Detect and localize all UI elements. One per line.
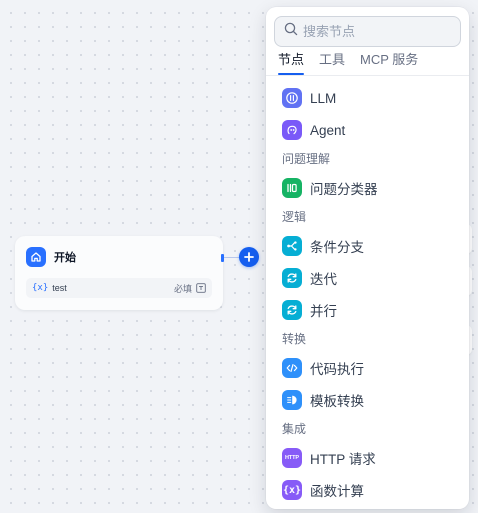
tab-mcp-services[interactable]: MCP 服务 <box>360 51 418 75</box>
add-node-button[interactable] <box>239 247 259 267</box>
template-icon <box>282 390 302 410</box>
text-input-icon <box>196 283 206 293</box>
node-item-if-else[interactable]: 条件分支 <box>266 230 469 262</box>
tab-tools[interactable]: 工具 <box>319 51 345 75</box>
home-icon <box>26 247 46 267</box>
search-input[interactable] <box>303 24 453 39</box>
search-icon <box>284 22 298 41</box>
group-title-understanding: 问题理解 <box>282 152 331 166</box>
group-title-integration: 集成 <box>282 422 307 436</box>
function-icon: {x} <box>282 480 302 500</box>
node-item-label: 代码执行 <box>310 362 364 377</box>
node-item-template-transform[interactable]: 模板转换 <box>266 384 469 416</box>
search-box[interactable] <box>274 16 461 47</box>
node-item-function[interactable]: {x} 函数计算 <box>266 474 469 506</box>
start-node-title: 开始 <box>54 252 76 264</box>
node-item-parallel[interactable]: 并行 <box>266 294 469 326</box>
code-icon <box>282 358 302 378</box>
node-item-agent[interactable]: Agent <box>266 114 469 146</box>
node-item-label: 并行 <box>310 304 337 319</box>
plus-icon <box>244 252 254 262</box>
node-item-iteration[interactable]: 迭代 <box>266 262 469 294</box>
tabs-divider <box>266 75 469 76</box>
tab-bar: 节点 工具 MCP 服务 <box>278 51 433 75</box>
start-node[interactable]: 开始 {x} test 必填 <box>15 236 223 310</box>
llm-icon <box>282 88 302 108</box>
agent-icon <box>282 120 302 140</box>
variable-icon: {x} <box>32 283 49 293</box>
group-title-logic: 逻辑 <box>282 210 307 224</box>
start-variable-row[interactable]: {x} test 必填 <box>26 278 212 298</box>
node-item-question-classifier[interactable]: 问题分类器 <box>266 172 469 204</box>
node-selector-panel: 节点 工具 MCP 服务 LLM Agent 问题理解 <box>266 7 469 509</box>
node-item-label: LLM <box>310 90 337 106</box>
node-item-label: HTTP 请求 <box>310 452 376 467</box>
required-label: 必填 <box>173 283 192 294</box>
node-item-label: Agent <box>310 122 346 138</box>
branch-icon <box>282 236 302 256</box>
connector-line <box>224 257 240 258</box>
node-item-label: 条件分支 <box>310 240 364 255</box>
node-item-label: 问题分类器 <box>310 182 378 197</box>
node-item-label: 模板转换 <box>310 394 364 409</box>
node-output-handle[interactable] <box>221 254 224 262</box>
tab-nodes[interactable]: 节点 <box>278 51 305 75</box>
node-item-label: 函数计算 <box>310 484 364 499</box>
node-item-code[interactable]: 代码执行 <box>266 352 469 384</box>
start-node-header: 开始 <box>26 247 76 267</box>
iteration-icon <box>282 268 302 288</box>
node-item-llm[interactable]: LLM <box>266 82 469 114</box>
node-item-http-request[interactable]: HTTP HTTP 请求 <box>266 442 469 474</box>
loop-icon <box>282 300 302 320</box>
group-title-transform: 转换 <box>282 332 307 346</box>
variable-name: test <box>52 283 67 293</box>
classifier-icon <box>282 178 302 198</box>
node-item-label: 迭代 <box>310 272 337 287</box>
node-list: LLM Agent 问题理解 问题分类器 逻辑 条件分支 迭代 并行 转换 代码… <box>266 82 469 506</box>
http-icon: HTTP <box>282 448 302 468</box>
